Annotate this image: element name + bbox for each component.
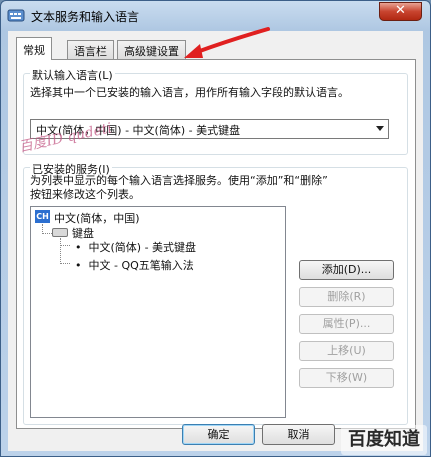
installed-services-tree[interactable]: CH 中文(简体，中国) 键盘 • 中文(简体) - 美式键盘 • 中文 - Q… — [30, 206, 286, 418]
tab-language-bar[interactable]: 语言栏 — [67, 40, 114, 59]
installed-services-description-line2: 按钮来修改这个列表。 — [30, 188, 140, 201]
tree-connector — [60, 245, 70, 246]
add-button[interactable]: 添加(D)... — [299, 260, 394, 280]
installed-services-description-line1: 为列表中显示的每个输入语言选择服务。使用“添加”和“删除” — [30, 174, 328, 187]
chevron-down-icon[interactable] — [376, 126, 384, 131]
tree-connector — [42, 233, 52, 234]
tree-connector — [60, 263, 70, 264]
language-badge-icon: CH — [35, 210, 50, 223]
tree-item[interactable]: • 中文 - QQ五笔输入法 — [75, 257, 194, 273]
move-down-button[interactable]: 下移(W) — [299, 368, 394, 388]
tree-item[interactable]: • 中文(简体) - 美式键盘 — [75, 239, 196, 255]
baidu-zhidao-logo: 百度知道 — [341, 425, 427, 455]
remove-button[interactable]: 删除(R) — [299, 287, 394, 307]
move-up-button[interactable]: 上移(U) — [299, 341, 394, 361]
cancel-button[interactable]: 取消 — [262, 424, 335, 445]
tree-language-node[interactable]: 中文(简体，中国) — [54, 210, 140, 226]
keyboard-icon — [52, 228, 68, 237]
tab-advanced-key-settings[interactable]: 高级键设置 — [117, 40, 186, 59]
keyboard-app-icon — [7, 9, 25, 22]
window-title: 文本服务和输入语言 — [31, 10, 140, 24]
ok-button[interactable]: 确定 — [182, 424, 255, 445]
properties-button[interactable]: 属性(P)... — [299, 314, 394, 334]
default-language-description: 选择其中一个已安装的输入语言，用作所有输入字段的默认语言。 — [30, 86, 349, 99]
default-language-group-label: 默认输入语言(L) — [30, 67, 115, 83]
dialog-window: 文本服务和输入语言 ✕ 常规 语言栏 高级键设置 默认输入语言(L) 选择其中一… — [0, 0, 431, 457]
tab-general[interactable]: 常规 — [16, 37, 52, 60]
title-bar[interactable]: 文本服务和输入语言 ✕ — [1, 1, 430, 31]
close-button[interactable]: ✕ — [379, 2, 422, 21]
dialog-client-area: 常规 语言栏 高级键设置 默认输入语言(L) 选择其中一个已安装的输入语言，用作… — [8, 31, 423, 451]
tree-connector — [60, 238, 61, 264]
